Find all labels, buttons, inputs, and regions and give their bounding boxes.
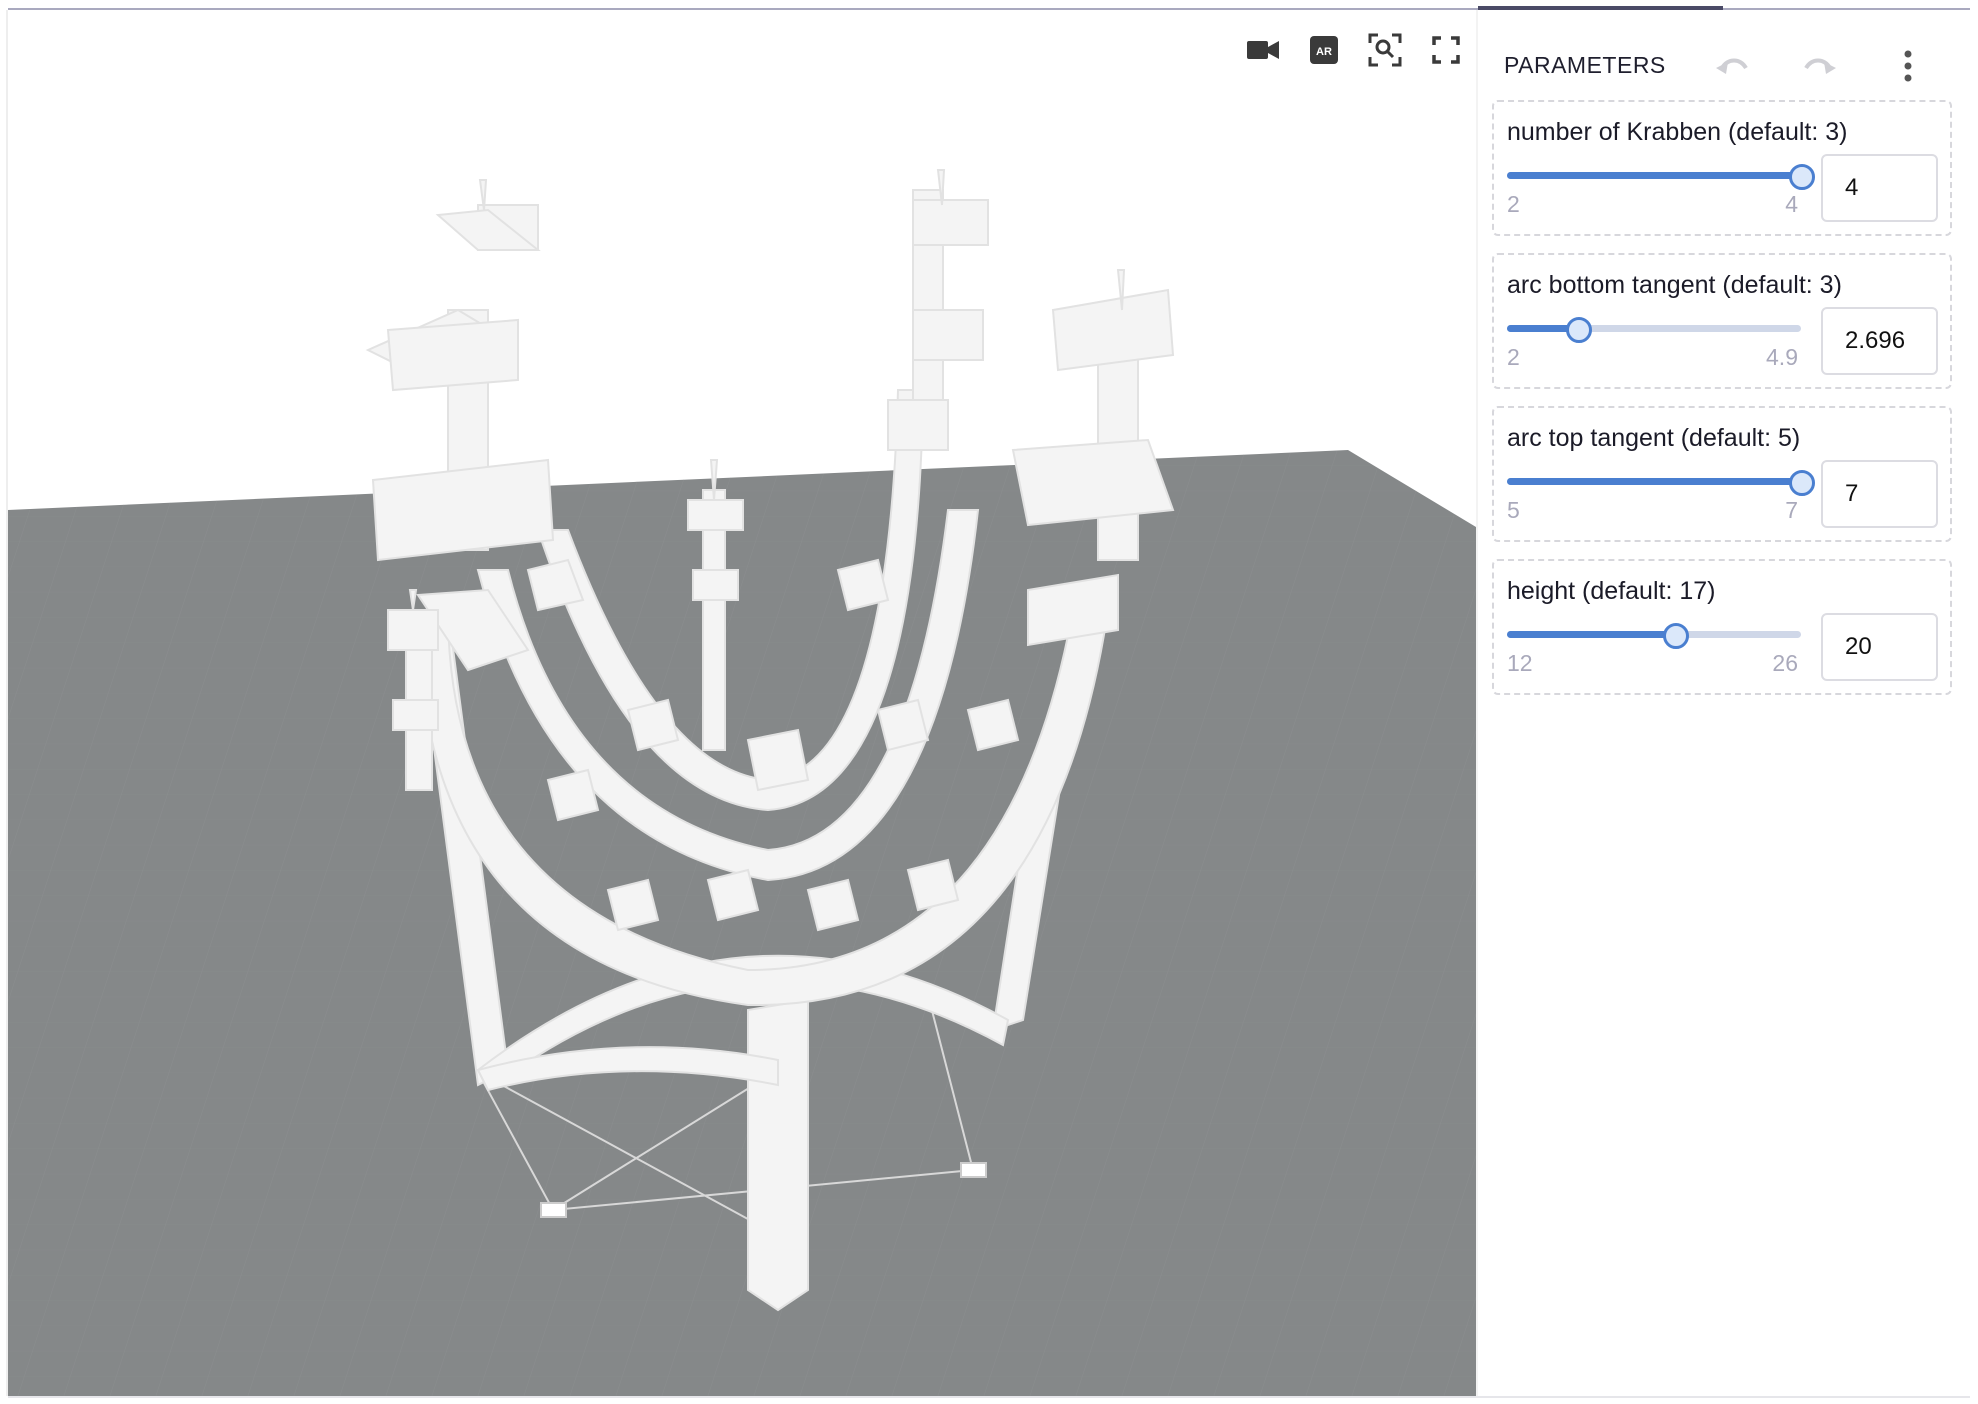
slider-thumb[interactable] xyxy=(1566,317,1592,343)
param-slider[interactable] xyxy=(1507,315,1801,343)
control-handle[interactable] xyxy=(540,1202,567,1218)
param-value-input[interactable] xyxy=(1821,460,1938,528)
tower xyxy=(887,169,989,451)
param-arc-top-tangent: arc top tangent (default: 5) 5 7 xyxy=(1492,406,1952,542)
slider-fill xyxy=(1507,631,1675,638)
redo-button[interactable] xyxy=(1798,44,1842,88)
slider-max-label: 4.9 xyxy=(1766,344,1798,370)
zoom-to-fit-icon[interactable] xyxy=(1365,30,1405,70)
slider-min-label: 2 xyxy=(1507,191,1520,217)
param-slider[interactable] xyxy=(1507,468,1815,496)
param-number-of-krabben: number of Krabben (default: 3) 2 4 xyxy=(1492,100,1952,236)
3d-scene[interactable] xyxy=(8,10,1476,1396)
slider-min-label: 5 xyxy=(1507,497,1520,523)
param-value-input[interactable] xyxy=(1821,154,1938,222)
slider-thumb[interactable] xyxy=(1789,470,1815,496)
param-label: arc top tangent (default: 5) xyxy=(1507,424,1801,452)
slider-thumb[interactable] xyxy=(1663,623,1689,649)
slider-min-label: 12 xyxy=(1507,650,1533,676)
param-slider[interactable] xyxy=(1507,621,1801,649)
svg-text:AR: AR xyxy=(1316,46,1332,58)
redo-icon xyxy=(1804,58,1836,74)
slider-fill xyxy=(1507,478,1801,485)
slider-max-label: 4 xyxy=(1785,191,1798,217)
param-label: arc bottom tangent (default: 3) xyxy=(1507,271,1842,299)
slider-max-label: 7 xyxy=(1785,497,1798,523)
more-options-button[interactable] xyxy=(1886,44,1930,88)
3d-viewport[interactable]: AR xyxy=(8,10,1476,1396)
slider-min-label: 2 xyxy=(1507,344,1520,370)
param-label: height (default: 17) xyxy=(1507,577,1716,605)
param-value-input[interactable] xyxy=(1821,307,1938,375)
param-arc-bottom-tangent: arc bottom tangent (default: 3) 2 4.9 xyxy=(1492,253,1952,389)
undo-icon xyxy=(1716,58,1748,74)
more-vertical-icon xyxy=(1904,50,1912,82)
video-camera-icon[interactable] xyxy=(1243,30,1283,70)
app-window: AR PARAMETERS number of Krabben (default… xyxy=(0,0,1978,1404)
ground-grid xyxy=(8,450,1476,1396)
panel-header: PARAMETERS xyxy=(1478,34,1968,94)
leg xyxy=(747,998,809,1312)
undo-button[interactable] xyxy=(1710,44,1754,88)
fullscreen-icon[interactable] xyxy=(1426,30,1466,70)
parameters-panel: PARAMETERS number of Krabben (default: 3… xyxy=(1478,10,1968,1396)
ar-icon[interactable]: AR xyxy=(1304,30,1344,70)
param-slider[interactable] xyxy=(1507,162,1815,190)
slider-max-label: 26 xyxy=(1772,650,1798,676)
param-value-input[interactable] xyxy=(1821,613,1938,681)
param-height: height (default: 17) 12 26 xyxy=(1492,559,1952,695)
slider-thumb[interactable] xyxy=(1789,164,1815,190)
control-handle[interactable] xyxy=(960,1162,987,1178)
bottom-border xyxy=(8,1396,1970,1398)
slider-fill xyxy=(1507,172,1801,179)
param-label: number of Krabben (default: 3) xyxy=(1507,118,1848,146)
panel-title: PARAMETERS xyxy=(1504,52,1666,78)
